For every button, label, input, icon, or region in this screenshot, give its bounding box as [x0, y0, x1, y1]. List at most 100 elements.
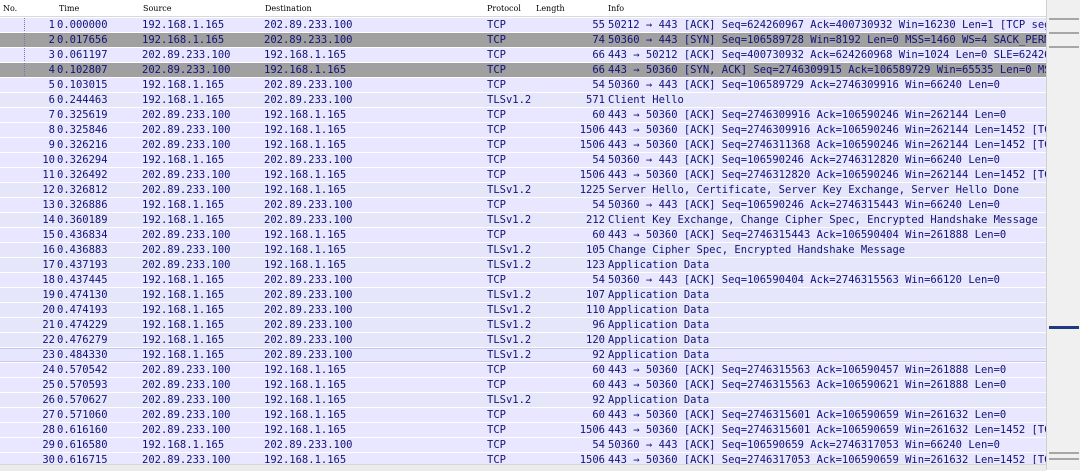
table-row[interactable]: 21 0.474229 192.168.1.165 202.89.233.100 TLS… [0, 317, 1046, 332]
cell-destination: 202.89.233.100 [264, 154, 353, 166]
cell-no: 6 [48, 94, 55, 106]
cell-time: 0.437193 [57, 259, 108, 271]
cell-info: 443 → 50360 [ACK] Seq=2746315601 Ack=106… [608, 424, 1046, 436]
cell-destination: 202.89.233.100 [264, 94, 353, 106]
table-row[interactable]: 11 0.326492 202.89.233.100 192.168.1.165 TCP… [0, 167, 1046, 182]
table-row[interactable]: 15 0.436834 202.89.233.100 192.168.1.165 TCP… [0, 227, 1046, 242]
cell-length: 1506 [579, 124, 605, 136]
cell-length: 92 [592, 394, 605, 406]
table-row[interactable]: 14 0.360189 192.168.1.165 202.89.233.100 TLS… [0, 212, 1046, 227]
cell-no: 15 [42, 229, 55, 241]
table-row[interactable]: 24 0.570542 202.89.233.100 192.168.1.165 TCP… [0, 362, 1046, 377]
cell-info: 443 → 50360 [ACK] Seq=2746315443 Ack=106… [608, 229, 1007, 241]
cell-destination: 202.89.233.100 [264, 19, 353, 31]
cell-time: 0.616580 [57, 439, 108, 451]
cell-no: 17 [42, 259, 55, 271]
packet-list-scrollbar[interactable] [1046, 0, 1080, 470]
cell-info: Application Data [608, 349, 710, 361]
cell-info: 50360 → 443 [ACK] Seq=106590659 Ack=2746… [608, 439, 1000, 451]
table-row[interactable]: 1 0.000000 192.168.1.165 202.89.233.100 TCP 5… [0, 17, 1046, 33]
packet-list[interactable]: 1 0.000000 192.168.1.165 202.89.233.100 TCP 5… [0, 17, 1046, 464]
cell-info: 443 → 50360 [ACK] Seq=2746315563 Ack=106… [608, 364, 1007, 376]
cell-source: 192.168.1.165 [142, 154, 225, 166]
table-row[interactable]: 10 0.326294 192.168.1.165 202.89.233.100 TCP… [0, 152, 1046, 167]
cell-length: 1506 [579, 139, 605, 151]
cell-destination: 192.168.1.165 [264, 184, 347, 196]
cell-protocol: TLSv1.2 [487, 214, 532, 226]
cell-info: Application Data [608, 304, 710, 316]
cell-destination: 202.89.233.100 [264, 289, 353, 301]
table-row[interactable]: 19 0.474130 192.168.1.165 202.89.233.100 TLS… [0, 287, 1046, 302]
cell-info: 50212 → 443 [ACK] Seq=624260967 Ack=4007… [608, 19, 1046, 31]
table-row[interactable]: 26 0.570627 202.89.233.100 192.168.1.165 TLS… [0, 392, 1046, 407]
cell-time: 0.570542 [57, 364, 108, 376]
table-row[interactable]: 29 0.616580 192.168.1.165 202.89.233.100 TCP… [0, 437, 1046, 452]
cell-source: 192.168.1.165 [142, 439, 225, 451]
cell-source: 202.89.233.100 [142, 139, 231, 151]
column-header-destination[interactable]: Destination [265, 4, 312, 13]
table-row[interactable]: 25 0.570593 202.89.233.100 192.168.1.165 TCP… [0, 377, 1046, 392]
table-row[interactable]: 12 0.326812 202.89.233.100 192.168.1.165 TLS… [0, 182, 1046, 197]
cell-protocol: TCP [487, 79, 506, 91]
table-row[interactable]: 8 0.325846 202.89.233.100 192.168.1.165 TCP 1… [0, 122, 1046, 137]
cell-protocol: TCP [487, 124, 506, 136]
cell-time: 0.061197 [57, 49, 108, 61]
cell-no: 24 [42, 364, 55, 376]
table-row[interactable]: 2 0.017656 192.168.1.165 202.89.233.100 TCP 7… [0, 32, 1046, 48]
cell-no: 3 [48, 49, 55, 61]
cell-source: 192.168.1.165 [142, 94, 225, 106]
table-row[interactable]: 28 0.616160 202.89.233.100 192.168.1.165 TCP… [0, 422, 1046, 437]
cell-protocol: TCP [487, 364, 506, 376]
table-row[interactable]: 7 0.325619 202.89.233.100 192.168.1.165 TCP 6… [0, 107, 1046, 122]
table-row[interactable]: 5 0.103015 192.168.1.165 202.89.233.100 TCP 5… [0, 77, 1046, 92]
cell-destination: 192.168.1.165 [264, 454, 347, 464]
cell-protocol: TCP [487, 139, 506, 151]
cell-length: 212 [586, 214, 605, 226]
table-row[interactable]: 9 0.326216 202.89.233.100 192.168.1.165 TCP 1… [0, 137, 1046, 152]
conversation-marker [24, 18, 26, 33]
cell-destination: 192.168.1.165 [264, 244, 347, 256]
cell-source: 202.89.233.100 [142, 64, 231, 76]
cell-source: 192.168.1.165 [142, 79, 225, 91]
column-header-info[interactable]: Info [608, 4, 624, 13]
cell-no: 8 [48, 124, 55, 136]
cell-time: 0.436883 [57, 244, 108, 256]
cell-time: 0.484330 [57, 349, 108, 361]
table-row[interactable]: 27 0.571060 202.89.233.100 192.168.1.165 TCP… [0, 407, 1046, 422]
cell-no: 18 [42, 274, 55, 286]
cell-destination: 192.168.1.165 [264, 424, 347, 436]
cell-length: 1506 [579, 169, 605, 181]
table-row[interactable]: 22 0.476279 192.168.1.165 202.89.233.100 TLS… [0, 332, 1046, 347]
cell-source: 192.168.1.165 [142, 34, 225, 46]
column-header-source[interactable]: Source [143, 4, 172, 13]
column-header-time[interactable]: Time [59, 4, 79, 13]
table-row[interactable]: 17 0.437193 202.89.233.100 192.168.1.165 TLS… [0, 257, 1046, 272]
table-row[interactable]: 4 0.102807 202.89.233.100 192.168.1.165 TCP 6… [0, 62, 1046, 78]
cell-info: 443 → 50360 [ACK] Seq=2746315563 Ack=106… [608, 379, 1007, 391]
table-row[interactable]: 20 0.474193 192.168.1.165 202.89.233.100 TLS… [0, 302, 1046, 317]
cell-length: 74 [592, 34, 605, 46]
table-row[interactable]: 3 0.061197 202.89.233.100 192.168.1.165 TCP 6… [0, 47, 1046, 63]
cell-source: 192.168.1.165 [142, 214, 225, 226]
cell-no: 14 [42, 214, 55, 226]
table-row[interactable]: 6 0.244463 192.168.1.165 202.89.233.100 TLSv… [0, 92, 1046, 107]
column-header-no[interactable]: No. [3, 4, 17, 13]
column-header-protocol[interactable]: Protocol [487, 4, 521, 13]
cell-no: 28 [42, 424, 55, 436]
cell-source: 192.168.1.165 [142, 349, 225, 361]
cell-time: 0.570593 [57, 379, 108, 391]
table-row[interactable]: 16 0.436883 202.89.233.100 192.168.1.165 TLS… [0, 242, 1046, 257]
cell-info: 50360 → 443 [ACK] Seq=106590404 Ack=2746… [608, 274, 1000, 286]
cell-length: 54 [592, 79, 605, 91]
cell-protocol: TLSv1.2 [487, 94, 532, 106]
table-row[interactable]: 23 0.484330 192.168.1.165 202.89.233.100 TLS… [0, 347, 1046, 362]
table-row[interactable]: 30 0.616715 202.89.233.100 192.168.1.165 TCP… [0, 452, 1046, 464]
cell-length: 54 [592, 439, 605, 451]
cell-time: 0.570627 [57, 394, 108, 406]
table-row[interactable]: 13 0.326886 192.168.1.165 202.89.233.100 TCP… [0, 197, 1046, 212]
cell-time: 0.616715 [57, 454, 108, 464]
column-header-length[interactable]: Length [536, 4, 565, 13]
cell-source: 202.89.233.100 [142, 409, 231, 421]
cell-time: 0.325846 [57, 124, 108, 136]
table-row[interactable]: 18 0.437445 192.168.1.165 202.89.233.100 TCP… [0, 272, 1046, 287]
